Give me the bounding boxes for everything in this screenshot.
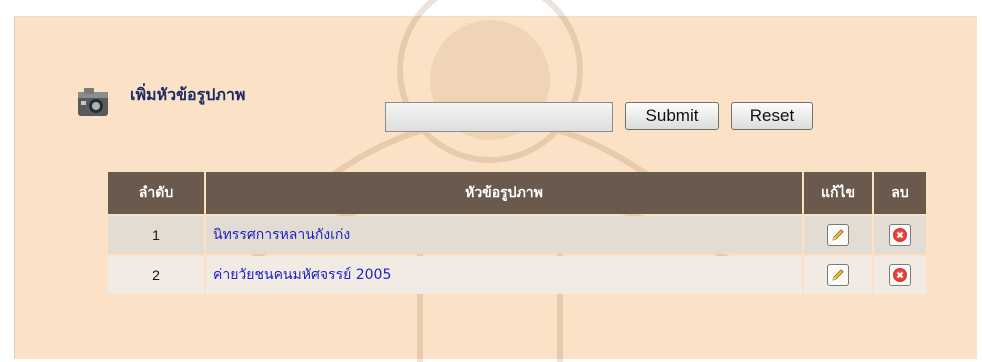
table-row: 2 ค่ายวัยชนคนมหัศจรรย์ 2005: [108, 256, 926, 294]
red-delete-icon[interactable]: [889, 264, 911, 286]
col-header-edit: แก้ไข: [804, 172, 872, 214]
topic-link[interactable]: นิทรรศการหลานกังเก่ง: [207, 227, 350, 243]
col-header-delete: ลบ: [874, 172, 926, 214]
row-number: 1: [108, 216, 204, 254]
col-header-title: หัวข้อรูปภาพ: [206, 172, 802, 214]
pencil-edit-icon[interactable]: [827, 224, 849, 246]
reset-button[interactable]: Reset: [731, 102, 813, 130]
page-header: เพิ่มหัวข้อรูปภาพ: [76, 84, 246, 120]
row-number: 2: [108, 256, 204, 294]
table-row: 1 นิทรรศการหลานกังเก่ง: [108, 216, 926, 254]
submit-button[interactable]: Submit: [625, 102, 719, 130]
red-delete-icon[interactable]: [889, 224, 911, 246]
col-header-order: ลำดับ: [108, 172, 204, 214]
pencil-edit-icon[interactable]: [827, 264, 849, 286]
topics-table: ลำดับ หัวข้อรูปภาพ แก้ไข ลบ 1 นิทรรศการห…: [106, 170, 928, 296]
page-title: เพิ่มหัวข้อรูปภาพ: [130, 84, 246, 104]
topic-input[interactable]: [385, 102, 613, 132]
table-header-row: ลำดับ หัวข้อรูปภาพ แก้ไข ลบ: [108, 172, 926, 214]
camera-icon: [76, 86, 112, 120]
topic-link[interactable]: ค่ายวัยชนคนมหัศจรรย์ 2005: [207, 267, 391, 283]
